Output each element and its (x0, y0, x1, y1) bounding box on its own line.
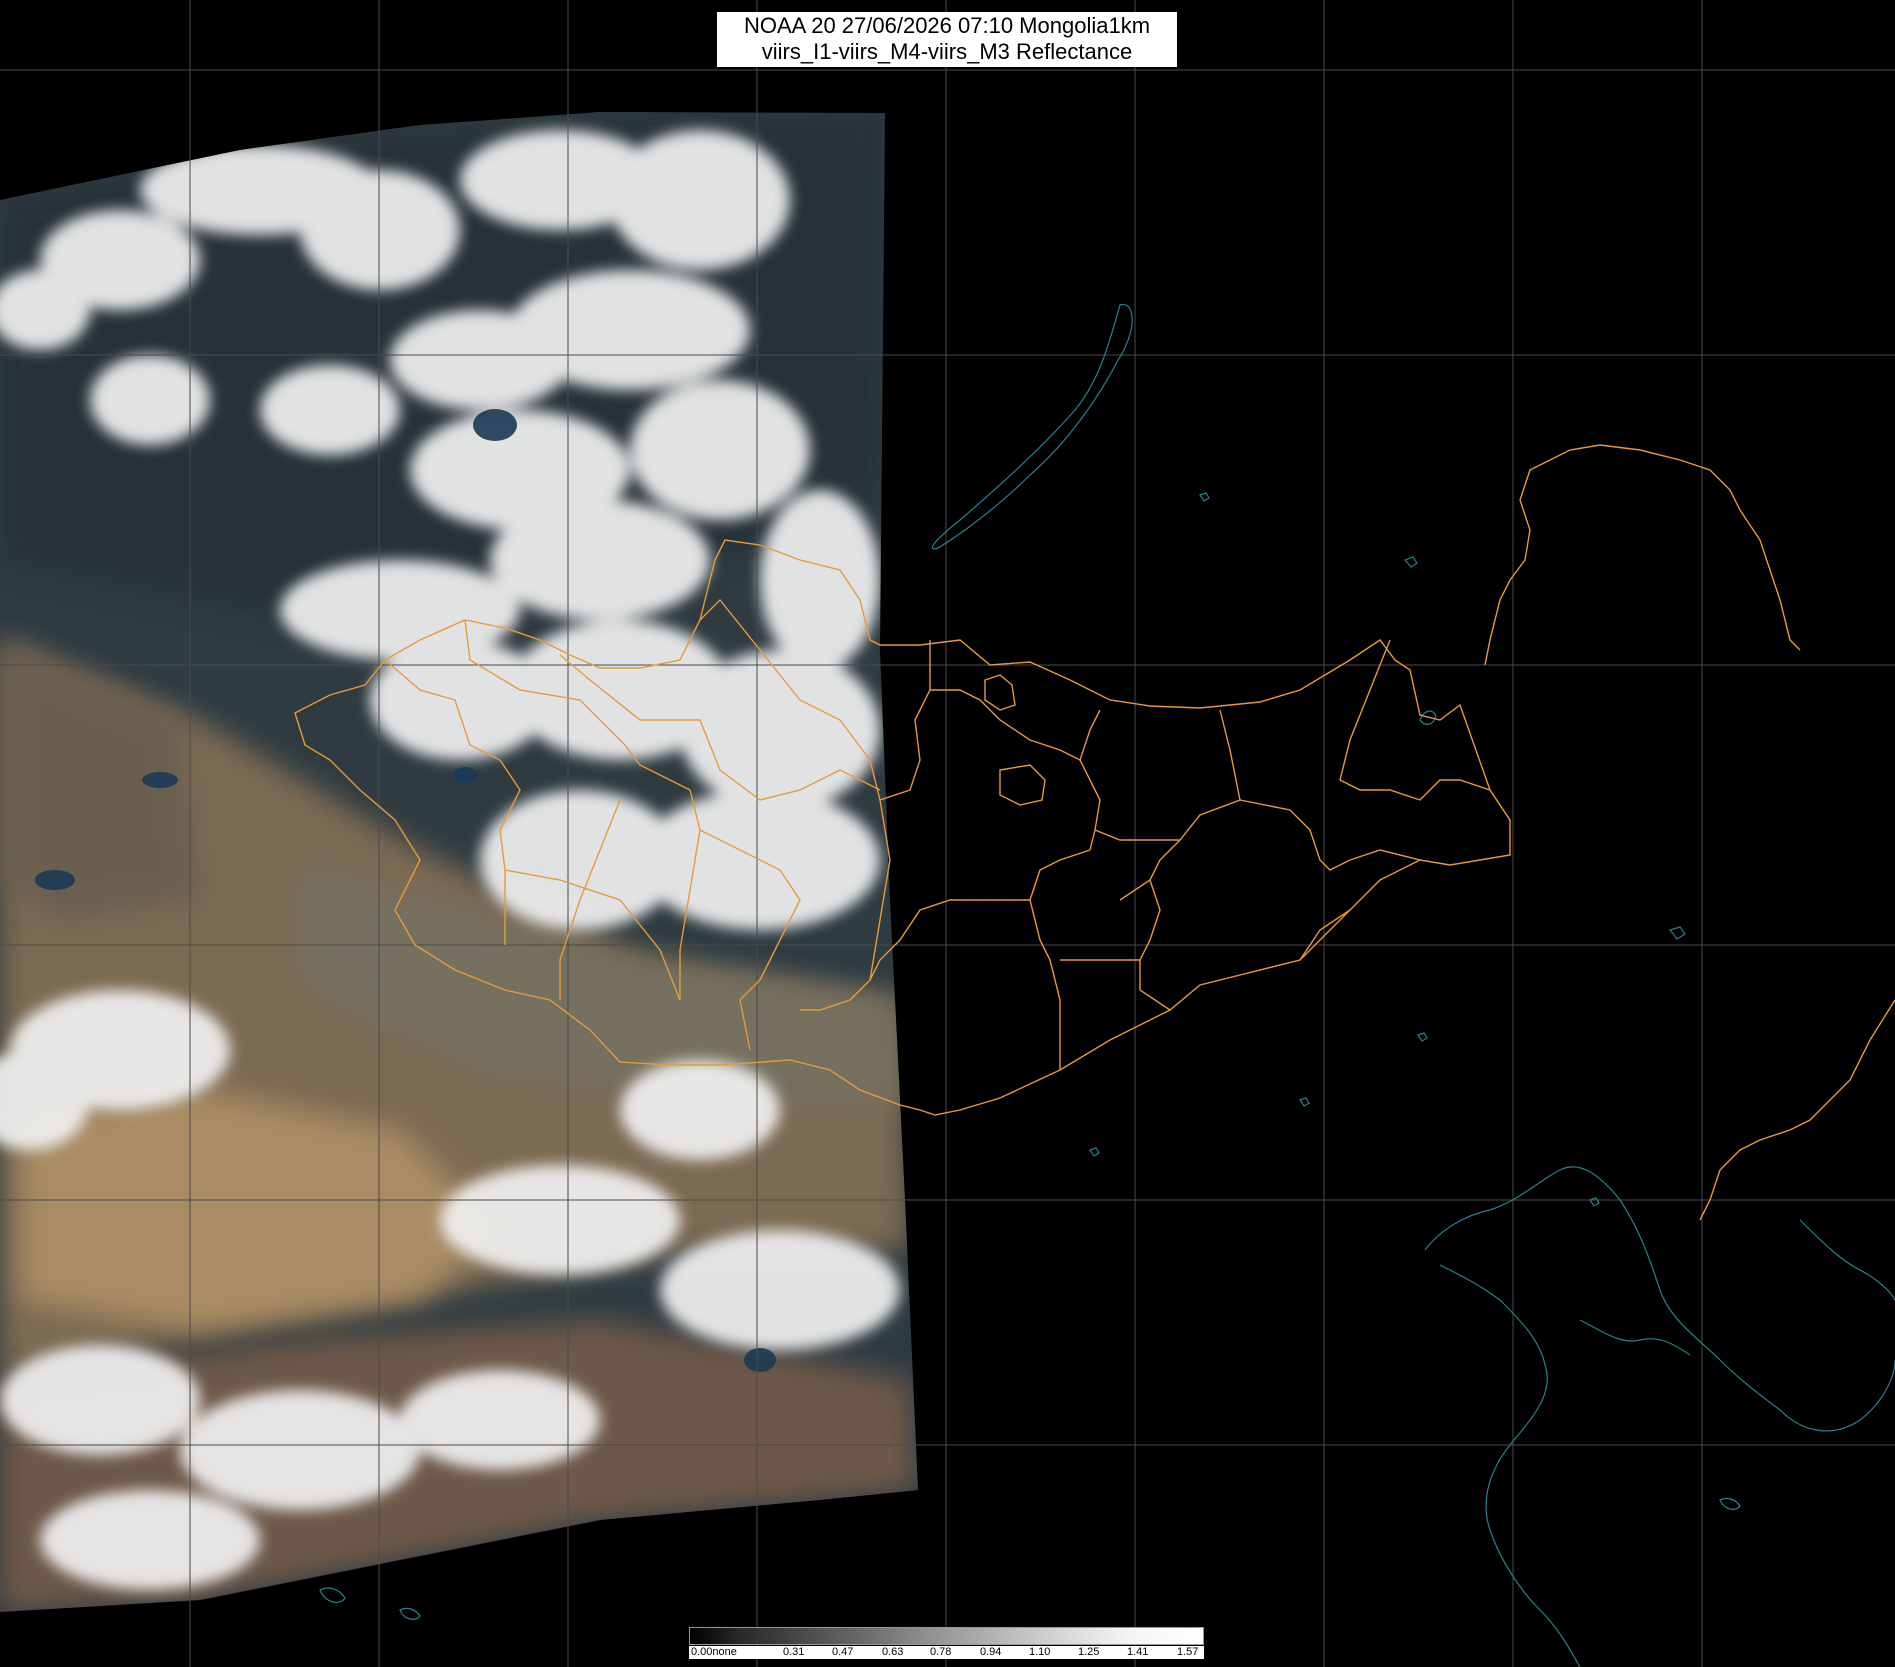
colorbar-tick: 1.41 (1127, 1646, 1149, 1658)
colorbar-tick: 0.94 (980, 1646, 1002, 1658)
satellite-swath (0, 112, 918, 1612)
colorbar-tick: 1.10 (1029, 1646, 1051, 1658)
satellite-map (0, 0, 1895, 1667)
colorbar-tick: 1.25 (1078, 1646, 1100, 1658)
colorbar-labels: 0.00none 0.31 0.47 0.63 0.78 0.94 1.10 1… (689, 1646, 1204, 1659)
colorbar-tick: 0.47 (832, 1646, 854, 1658)
colorbar-tick: 0.00none (691, 1646, 737, 1658)
colorbar: 0.00none 0.31 0.47 0.63 0.78 0.94 1.10 1… (689, 1627, 1204, 1659)
colorbar-gradient (689, 1627, 1204, 1645)
map-title: NOAA 20 27/06/2026 07:10 Mongolia1km vii… (717, 12, 1177, 67)
colorbar-tick: 0.63 (882, 1646, 904, 1658)
colorbar-tick: 0.78 (930, 1646, 952, 1658)
title-line-2: viirs_I1-viirs_M4-viirs_M3 Reflectance (761, 39, 1133, 64)
colorbar-tick: 0.31 (783, 1646, 805, 1658)
colorbar-tick: 1.57 (1177, 1646, 1199, 1658)
title-line-1: NOAA 20 27/06/2026 07:10 Mongolia1km (743, 13, 1151, 38)
